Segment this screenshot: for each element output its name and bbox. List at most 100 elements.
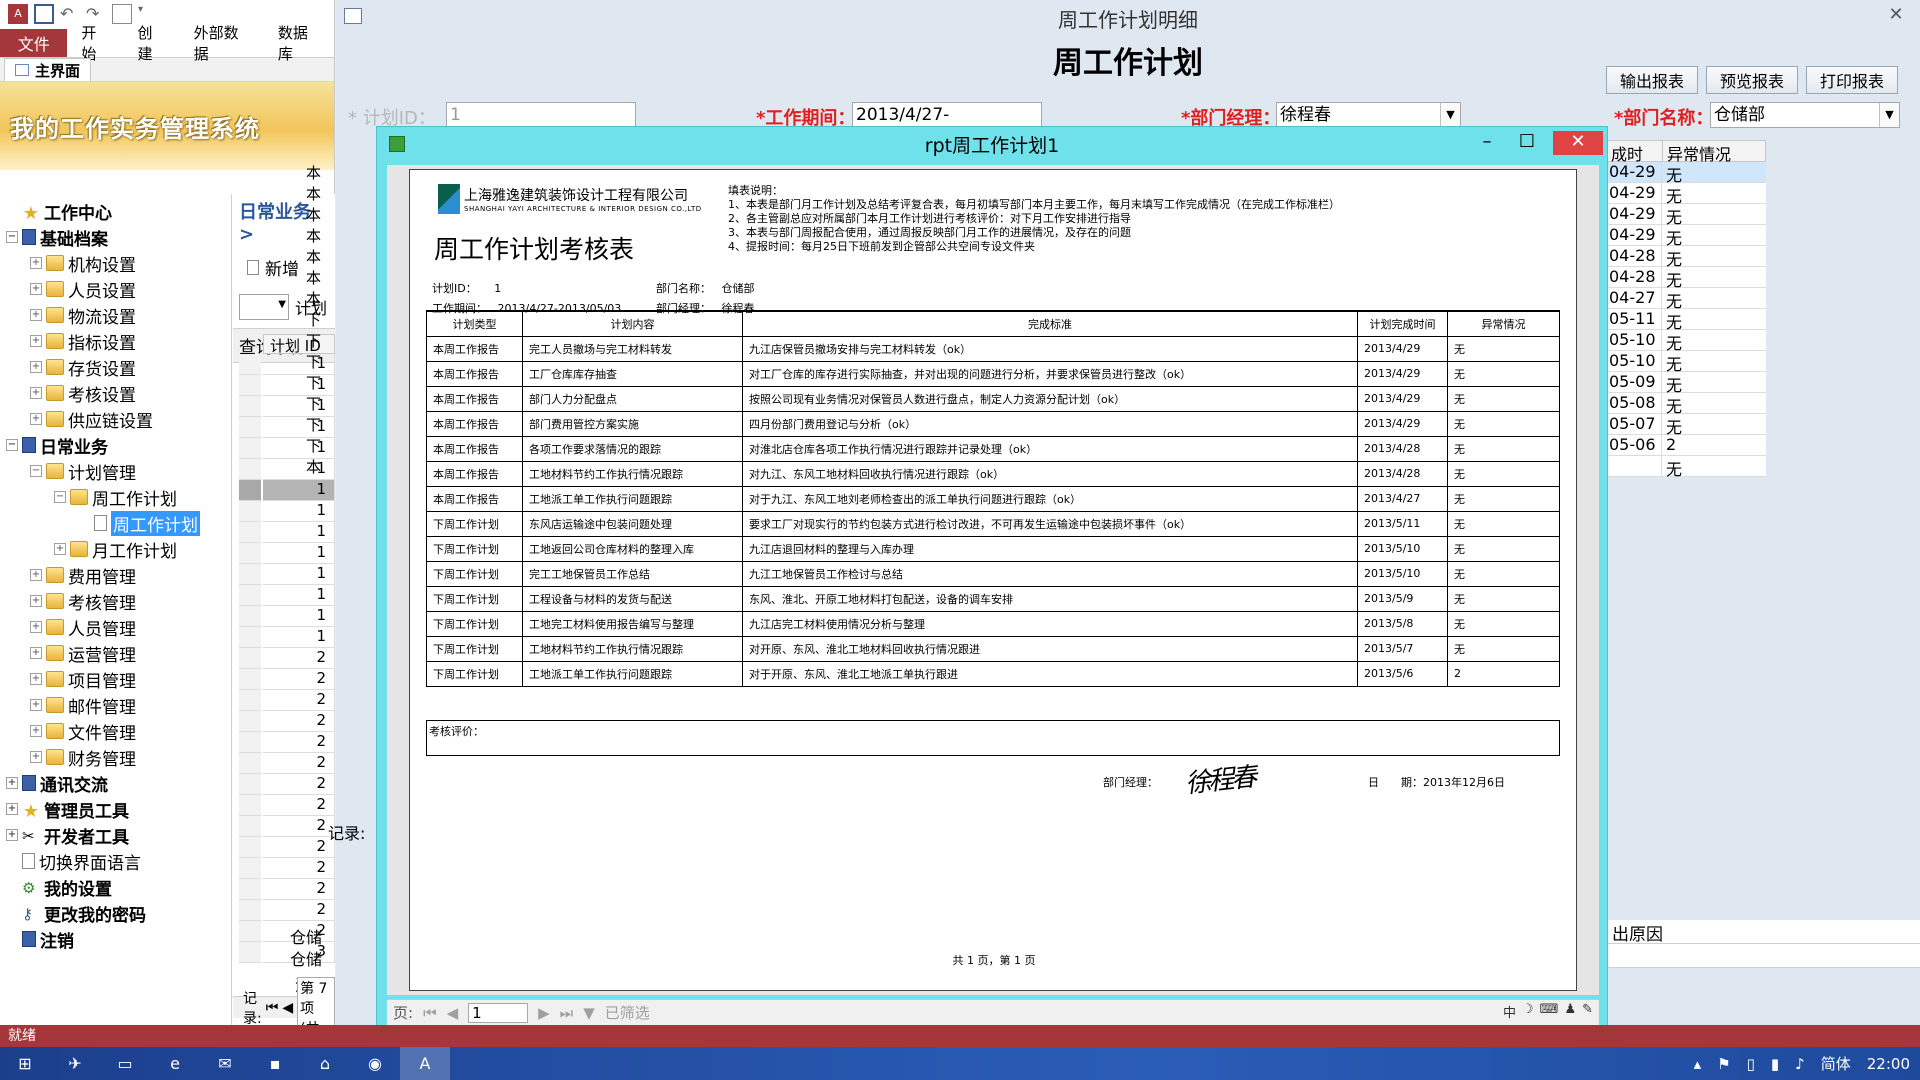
finish-date-cell[interactable]: 04-29 xyxy=(1606,162,1662,182)
internet-explorer-icon[interactable]: e xyxy=(150,1047,200,1080)
expand-icon[interactable]: + xyxy=(30,335,42,347)
nav-item[interactable]: + 邮件管理 xyxy=(0,692,231,718)
nav-item[interactable]: + 考核设置 xyxy=(0,380,231,406)
nav-item[interactable]: + 供应链设置 xyxy=(0,406,231,432)
type-cell[interactable]: 下 xyxy=(306,414,326,435)
type-cell[interactable]: 下 xyxy=(306,372,326,393)
record-selector[interactable] xyxy=(239,501,261,522)
record-selector[interactable] xyxy=(239,711,261,732)
expand-icon[interactable]: + xyxy=(30,725,42,737)
expand-icon[interactable]: + xyxy=(30,699,42,711)
type-cell[interactable]: 下 xyxy=(306,351,326,372)
type-cell[interactable]: 本 xyxy=(306,204,326,225)
table-row[interactable]: 无 xyxy=(1606,456,1766,479)
first-record-icon[interactable]: ⏮ xyxy=(266,1000,279,1016)
empty-field[interactable] xyxy=(1606,944,1920,968)
exception-cell[interactable]: 无 xyxy=(1662,351,1682,374)
finish-date-cell[interactable]: 05-10 xyxy=(1606,351,1662,371)
table-row[interactable]: 1 xyxy=(263,627,335,648)
device-icon[interactable]: ▯ xyxy=(1747,1055,1755,1073)
table-row[interactable]: 04-29 无 xyxy=(1606,225,1766,248)
table-row[interactable]: 2 xyxy=(263,669,335,690)
table-row[interactable]: 04-29 无 xyxy=(1606,204,1766,227)
record-selector[interactable] xyxy=(239,837,261,858)
record-selector[interactable] xyxy=(239,732,261,753)
record-selector[interactable] xyxy=(239,480,261,501)
exception-cell[interactable]: 无 xyxy=(1662,225,1682,248)
type-cell[interactable]: 本 xyxy=(306,288,326,309)
nav-item[interactable]: 切换界面语言 xyxy=(0,848,231,874)
type-cell[interactable]: 本 xyxy=(306,246,326,267)
table-row[interactable]: 04-28 无 xyxy=(1606,267,1766,290)
nav-item[interactable]: + ✂ 开发者工具 xyxy=(0,822,231,848)
taskbar-app-1-icon[interactable]: ✈ xyxy=(50,1047,100,1080)
table-row[interactable]: 2 xyxy=(263,732,335,753)
nav-item[interactable]: + 存货设置 xyxy=(0,354,231,380)
expand-icon[interactable]: + xyxy=(30,595,42,607)
record-selector[interactable] xyxy=(239,627,261,648)
nav-item[interactable]: + 人员管理 xyxy=(0,614,231,640)
type-cell[interactable]: 下 xyxy=(306,330,326,351)
flag-icon[interactable]: ⚑ xyxy=(1717,1055,1730,1073)
nav-item[interactable]: + 运营管理 xyxy=(0,640,231,666)
prev-page-icon[interactable]: ◀ xyxy=(447,1004,459,1022)
nav-item[interactable]: + 月工作计划 xyxy=(0,536,231,562)
tab-database-tools[interactable]: 数据库 xyxy=(264,22,334,64)
finish-date-cell[interactable]: 05-08 xyxy=(1606,393,1662,413)
type-cell[interactable]: 本 xyxy=(306,225,326,246)
nav-item[interactable]: + 机构设置 xyxy=(0,250,231,276)
exception-cell[interactable]: 无 xyxy=(1662,183,1682,206)
record-selector[interactable] xyxy=(239,669,261,690)
table-row[interactable]: 2 xyxy=(263,753,335,774)
expand-icon[interactable]: + xyxy=(30,361,42,373)
finish-date-cell[interactable]: 05-09 xyxy=(1606,372,1662,392)
table-row[interactable]: 2 xyxy=(263,690,335,711)
exception-cell[interactable]: 无 xyxy=(1662,288,1682,311)
nav-item[interactable]: ★ 工作中心 xyxy=(0,198,231,224)
table-row[interactable]: 1 xyxy=(263,543,335,564)
access-taskbar-icon[interactable]: A xyxy=(400,1047,450,1080)
ime-language[interactable]: 简体 xyxy=(1821,1053,1851,1074)
nav-item[interactable]: ⚷ 更改我的密码 xyxy=(0,900,231,926)
network-icon[interactable]: ▮ xyxy=(1771,1055,1779,1073)
type-cell[interactable]: 下 xyxy=(306,393,326,414)
print-report-button[interactable]: 打印报表 xyxy=(1806,66,1898,94)
windows-start-icon[interactable]: ⊞ xyxy=(0,1047,50,1080)
exception-cell[interactable]: 无 xyxy=(1662,204,1682,227)
table-row[interactable]: 2 xyxy=(263,900,335,921)
filter-status[interactable]: 已筛选 xyxy=(605,1002,650,1023)
finish-date-cell[interactable]: 05-07 xyxy=(1606,414,1662,434)
tab-file[interactable]: 文件 xyxy=(0,28,68,57)
record-selector[interactable] xyxy=(239,396,261,417)
type-cell[interactable]: 本 xyxy=(306,183,326,204)
expand-icon[interactable]: + xyxy=(30,413,42,425)
table-row[interactable]: 2 xyxy=(263,711,335,732)
finish-date-cell[interactable]: 04-29 xyxy=(1606,183,1662,203)
table-row[interactable]: 2 xyxy=(263,858,335,879)
save-icon[interactable] xyxy=(34,4,54,24)
nav-item[interactable]: + 指标设置 xyxy=(0,328,231,354)
exception-cell[interactable]: 无 xyxy=(1662,246,1682,269)
expand-icon[interactable]: + xyxy=(30,751,42,763)
nav-item[interactable]: + 文件管理 xyxy=(0,718,231,744)
record-selector[interactable] xyxy=(239,522,261,543)
table-row[interactable]: 05-11 无 xyxy=(1606,309,1766,332)
expand-icon[interactable]: + xyxy=(30,283,42,295)
expand-icon[interactable]: + xyxy=(30,569,42,581)
preview-report-button[interactable]: 预览报表 xyxy=(1706,66,1798,94)
expand-icon[interactable]: + xyxy=(6,803,18,815)
expand-icon[interactable]: + xyxy=(30,673,42,685)
table-row[interactable]: 1 xyxy=(263,585,335,606)
record-selector[interactable] xyxy=(239,774,261,795)
record-selector[interactable] xyxy=(239,438,261,459)
table-row[interactable]: 05-10 无 xyxy=(1606,330,1766,353)
exception-cell[interactable]: 无 xyxy=(1662,162,1682,185)
column-header-finish-time[interactable]: 成时 xyxy=(1607,141,1663,164)
exception-cell[interactable]: 2 xyxy=(1662,435,1676,455)
nav-item[interactable]: + 物流设置 xyxy=(0,302,231,328)
nav-item[interactable]: + 通讯交流 xyxy=(0,770,231,796)
record-app-icon[interactable]: ◉ xyxy=(350,1047,400,1080)
finish-date-cell[interactable]: 04-29 xyxy=(1606,225,1662,245)
record-selector[interactable] xyxy=(239,900,261,921)
table-row[interactable]: 04-29 无 xyxy=(1606,183,1766,206)
